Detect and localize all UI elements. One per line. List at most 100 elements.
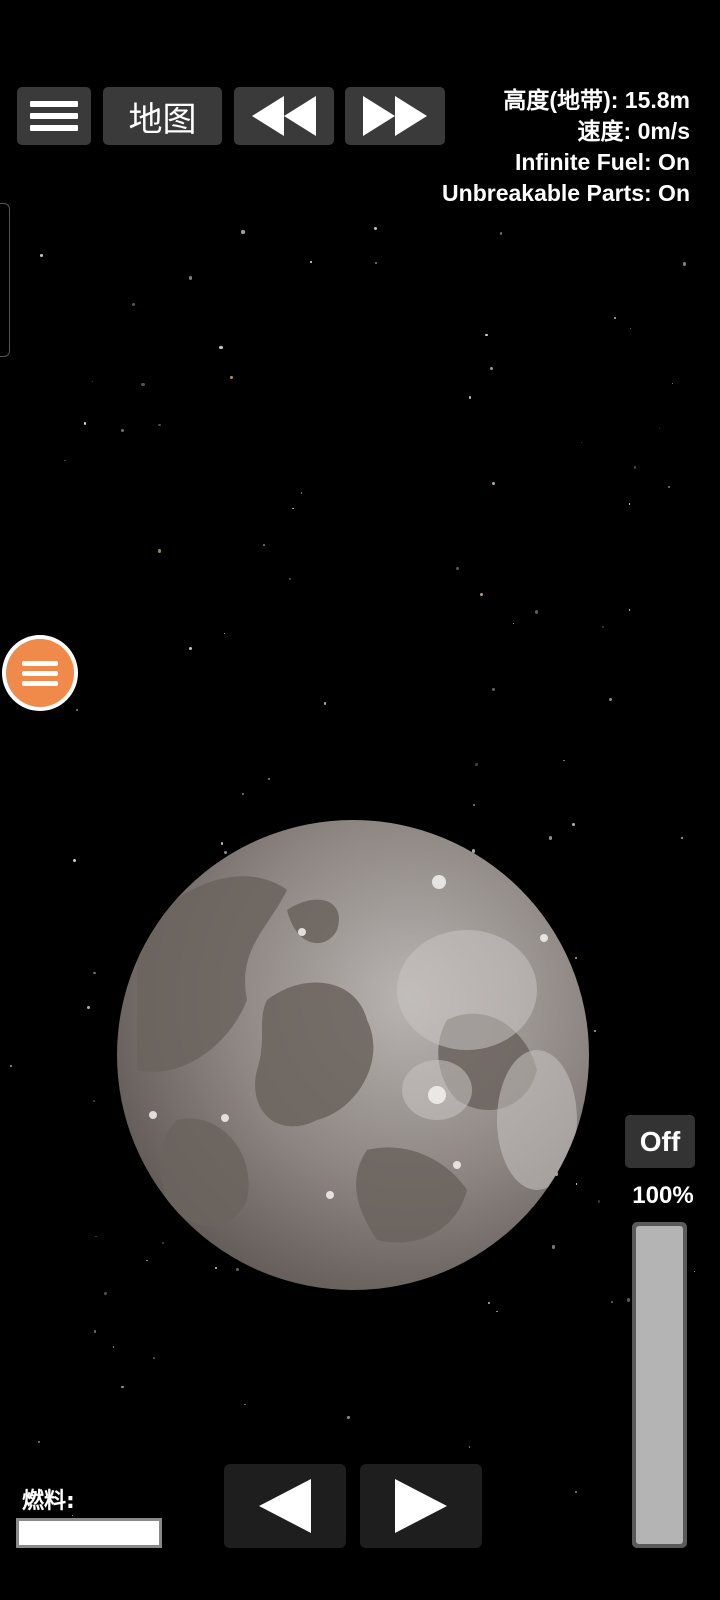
star [512,622,515,625]
map-button[interactable]: 地图 [103,87,222,145]
star [120,1385,124,1389]
engine-toggle-label: Off [639,1125,681,1157]
star [628,502,631,505]
fuel-gauge [16,1518,162,1548]
star [267,778,270,781]
star [73,858,77,862]
star [613,317,616,320]
star [500,232,503,235]
star [667,486,671,489]
fast-forward-icon [363,96,427,136]
star [324,702,327,705]
star [230,376,234,379]
star [563,759,565,762]
triangle-left-icon [259,1479,311,1533]
star [492,482,496,486]
star [95,1235,98,1238]
star [64,459,66,462]
star [373,227,377,231]
star [141,382,145,386]
star [189,276,193,280]
star [157,423,161,427]
star [152,1356,156,1360]
star [288,578,291,581]
star [626,1298,631,1302]
hamburger-icon [30,95,78,137]
star [224,632,226,634]
star [292,507,295,510]
star [681,837,684,840]
star [38,1440,41,1443]
star [485,333,488,337]
star [241,792,245,796]
star [347,1416,350,1420]
star [597,1200,601,1203]
star [157,549,161,553]
star [488,1302,490,1304]
side-panel-tab[interactable] [0,203,10,357]
infinite-fuel-status: Infinite Fuel: On [514,149,690,175]
throttle-percent: 100% [632,1182,694,1209]
rewind-button[interactable] [234,87,334,145]
star [468,1446,471,1448]
star [683,262,687,266]
planet [117,820,589,1290]
throttle-fill [636,1226,683,1544]
triangle-right-icon [395,1479,447,1533]
map-button-label: 地图 [128,99,197,140]
star [609,698,613,702]
star [91,380,93,382]
star [83,422,87,426]
star [574,1490,577,1493]
star [693,1271,696,1273]
star [491,687,495,691]
star [456,567,460,571]
star [40,254,43,257]
starfield [0,0,706,1568]
speed-readout: 速度: 0m/s [577,118,690,144]
star [490,366,494,370]
star [112,1346,115,1348]
fuel-gauge-fill [19,1521,159,1545]
star [468,396,472,399]
menu-button[interactable] [17,87,91,145]
star [241,230,245,234]
engine-toggle-button[interactable]: Off [625,1115,695,1168]
star [263,544,266,547]
parts-menu-button[interactable] [2,635,78,711]
fast-forward-button[interactable] [345,87,445,145]
star [132,302,136,306]
star [76,709,79,712]
star [9,1064,13,1068]
rotate-right-button[interactable] [360,1464,482,1548]
star [219,345,223,350]
rotate-left-button[interactable] [224,1464,346,1548]
star [633,466,637,470]
throttle-slider[interactable] [632,1222,687,1548]
star [103,1291,107,1295]
altitude-readout: 高度(地带): 15.8m [503,87,690,113]
star [601,625,605,629]
star [374,261,378,265]
rewind-icon [252,96,316,136]
star [475,763,479,766]
star [671,383,673,385]
star [93,971,97,975]
star [244,1403,246,1406]
star [87,1005,91,1010]
hamburger-icon [6,639,74,707]
star [473,804,475,806]
star [593,1029,596,1032]
star [310,261,312,264]
star [120,428,124,433]
unbreakable-parts-status: Unbreakable Parts: On [442,180,690,206]
star [300,492,303,494]
star [628,609,631,611]
star [188,646,192,650]
star [93,1100,95,1102]
star [93,1330,97,1333]
star [611,1300,614,1304]
star [580,441,582,443]
star [479,593,483,597]
star [534,610,538,614]
